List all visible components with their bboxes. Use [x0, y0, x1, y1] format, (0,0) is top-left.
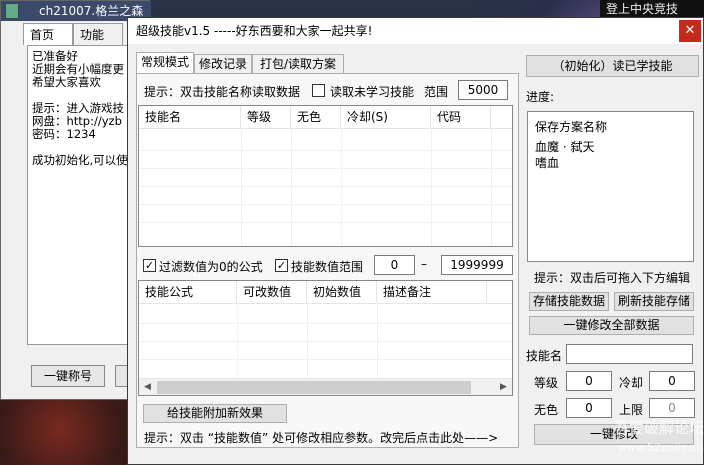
skill-list[interactable]: 技能名 等级 无色 冷却(S) 代码: [138, 105, 513, 247]
level-label: 等级: [534, 376, 559, 390]
grid-line: [139, 186, 512, 187]
one-click-title-button[interactable]: 一键称号: [31, 365, 105, 387]
grid-line: [291, 128, 292, 246]
forum-watermark: 吾爱破解论坛 www.52pojie.cn: [588, 418, 704, 465]
upper-limit-input[interactable]: 0: [649, 398, 695, 418]
range-input[interactable]: 5000: [458, 80, 508, 100]
filter-zero-checkbox[interactable]: ✓: [143, 259, 156, 272]
unlearned-label: 读取未学习技能: [330, 85, 415, 99]
back-tab-function[interactable]: 功能: [73, 23, 123, 45]
progress-label: 进度:: [526, 90, 555, 104]
log-line: 成功初始化,可以使: [32, 153, 128, 167]
unlearned-checkbox[interactable]: [312, 84, 325, 97]
tab-normal-mode[interactable]: 常规模式: [136, 52, 194, 73]
hint-modify-value: 提示：双击 “技能数值” 处可修改相应参数。改完后点击此处——>: [144, 431, 499, 445]
level-input[interactable]: 0: [566, 371, 612, 391]
grid-line: [139, 359, 512, 360]
colorless-label: 无色: [534, 403, 559, 417]
log-line: 密码：1234: [32, 127, 96, 141]
log-textbox[interactable]: 已准备好 近期会有小幅度更 希望大家喜欢 提示：进入游戏技 网盘：http://yzb…: [27, 45, 131, 345]
normal-mode-panel: 提示：双击技能名称读取数据 读取未学习技能 范围 5000 技能名 等级 无色 …: [136, 73, 519, 448]
close-button[interactable]: ✕: [679, 20, 701, 42]
grid-line: [431, 128, 432, 246]
grid-line: [307, 303, 308, 377]
modify-all-data-button[interactable]: 一键修改全部数据: [529, 316, 694, 335]
column-header-colorless[interactable]: 无色: [291, 106, 341, 128]
grid-line: [139, 222, 512, 223]
column-header-initial-value[interactable]: 初始数值: [307, 281, 377, 303]
log-line: 希望大家喜欢: [32, 75, 101, 89]
tab-pack-load-plan[interactable]: 打包/读取方案: [252, 54, 344, 73]
list-item[interactable]: 嗜血: [535, 154, 559, 171]
add-skill-effect-button[interactable]: 给技能附加新效果: [143, 404, 287, 423]
grid-line: [241, 128, 242, 246]
column-header-skill-name[interactable]: 技能名: [139, 106, 241, 128]
filter-zero-label: 过滤数值为0的公式: [159, 260, 263, 274]
saved-plan-list[interactable]: 保存方案名称 血魔 · 弑天 嗜血: [527, 111, 694, 262]
hint-double-click-skill: 提示：双击技能名称读取数据: [144, 85, 301, 99]
watermark-url: www.52pojie.cn: [617, 441, 704, 454]
column-header-cooldown[interactable]: 冷却(S): [341, 106, 431, 128]
grid-line: [139, 168, 512, 169]
range-label: 范围: [424, 85, 449, 99]
game-banner-text: 登上中央竞技: [600, 0, 704, 18]
plan-list-header[interactable]: 保存方案名称: [535, 118, 607, 135]
skill-name-label: 技能名: [526, 349, 563, 363]
tab-modify-log[interactable]: 修改记录: [194, 54, 252, 73]
grid-line: [139, 341, 512, 342]
scrollbar-thumb[interactable]: [157, 381, 471, 394]
dialog-title[interactable]: 超级技能v1.5 -----好东西要和大家一起共享!: [128, 18, 703, 44]
upper-limit-label: 上限: [619, 403, 644, 417]
read-learned-skills-button[interactable]: （初始化）读已学技能: [526, 55, 699, 77]
header-divider: [139, 128, 512, 129]
column-header-level[interactable]: 等级: [241, 106, 291, 128]
cooldown-input[interactable]: 0: [649, 371, 695, 391]
watermark-line: 吾爱破解论坛: [613, 419, 704, 437]
grid-line: [139, 204, 512, 205]
grid-line: [139, 150, 512, 151]
header-divider: [139, 303, 512, 304]
scroll-right-arrow-icon[interactable]: ▶: [495, 379, 512, 396]
cooldown-label: 冷却: [619, 376, 644, 390]
colorless-input[interactable]: 0: [566, 398, 612, 418]
refresh-skill-storage-button[interactable]: 刷新技能存储: [614, 292, 694, 311]
grid-line: [491, 128, 492, 246]
grid-line: [341, 128, 342, 246]
range-min-input[interactable]: 0: [374, 255, 415, 275]
formula-list[interactable]: 技能公式 可改数值 初始数值 描述备注 ◀ ▶: [138, 280, 513, 396]
grid-line: [377, 303, 378, 377]
formula-horizontal-scrollbar[interactable]: ◀ ▶: [139, 378, 512, 395]
grid-line: [139, 323, 512, 324]
column-header-editable-value[interactable]: 可改数值: [237, 281, 307, 303]
range-filter-checkbox[interactable]: ✓: [275, 259, 288, 272]
grid-line: [237, 303, 238, 377]
save-skill-data-button[interactable]: 存储技能数据: [529, 292, 609, 311]
app-avatar-icon: [5, 3, 19, 19]
back-tab-home[interactable]: 首页: [23, 23, 73, 45]
column-header-description[interactable]: 描述备注: [377, 281, 487, 303]
hint-drag-edit: 提示：双击后可拖入下方编辑: [534, 271, 691, 285]
list-item[interactable]: 血魔 · 弑天: [535, 138, 594, 155]
super-skill-dialog: 超级技能v1.5 -----好东西要和大家一起共享! ✕ 常规模式 修改记录 打…: [127, 17, 704, 465]
range-filter-label: 技能数值范围: [291, 260, 364, 274]
range-dash: –: [421, 257, 427, 271]
skill-name-input[interactable]: [566, 344, 693, 364]
range-max-input[interactable]: 1999999: [441, 255, 513, 275]
column-header-formula[interactable]: 技能公式: [139, 281, 237, 303]
scroll-left-arrow-icon[interactable]: ◀: [139, 379, 156, 396]
column-header-code[interactable]: 代码: [431, 106, 491, 128]
